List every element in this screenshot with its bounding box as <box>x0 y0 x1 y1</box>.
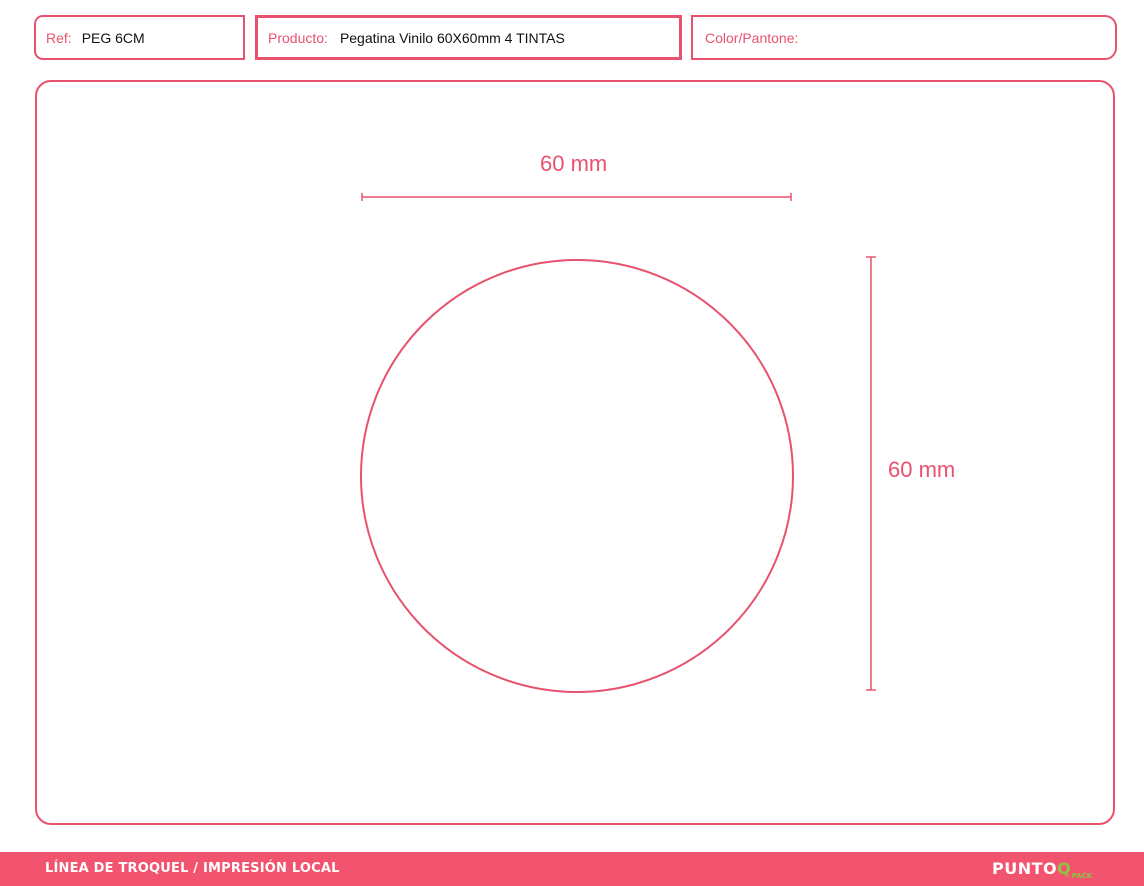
logo-sub-text: PACK <box>1071 872 1093 880</box>
footer-caption: LÍNEA DE TROQUEL / IMPRESIÓN LOCAL <box>45 861 340 876</box>
dieline-drawing <box>360 193 876 693</box>
logo-q-mark: Q <box>1057 859 1071 878</box>
height-dimension-label: 60 mm <box>888 457 956 482</box>
footer-bar: LÍNEA DE TROQUEL / IMPRESIÓN LOCAL PUNTO… <box>0 852 1144 886</box>
width-dimension-label: 60 mm <box>540 151 608 176</box>
logo-main-text: PUNTO <box>992 859 1058 878</box>
die-cut-circle <box>360 259 794 693</box>
height-dimension-line <box>866 256 876 691</box>
brand-logo: PUNTOQPACK <box>992 859 1092 881</box>
width-dimension-line <box>361 193 792 201</box>
